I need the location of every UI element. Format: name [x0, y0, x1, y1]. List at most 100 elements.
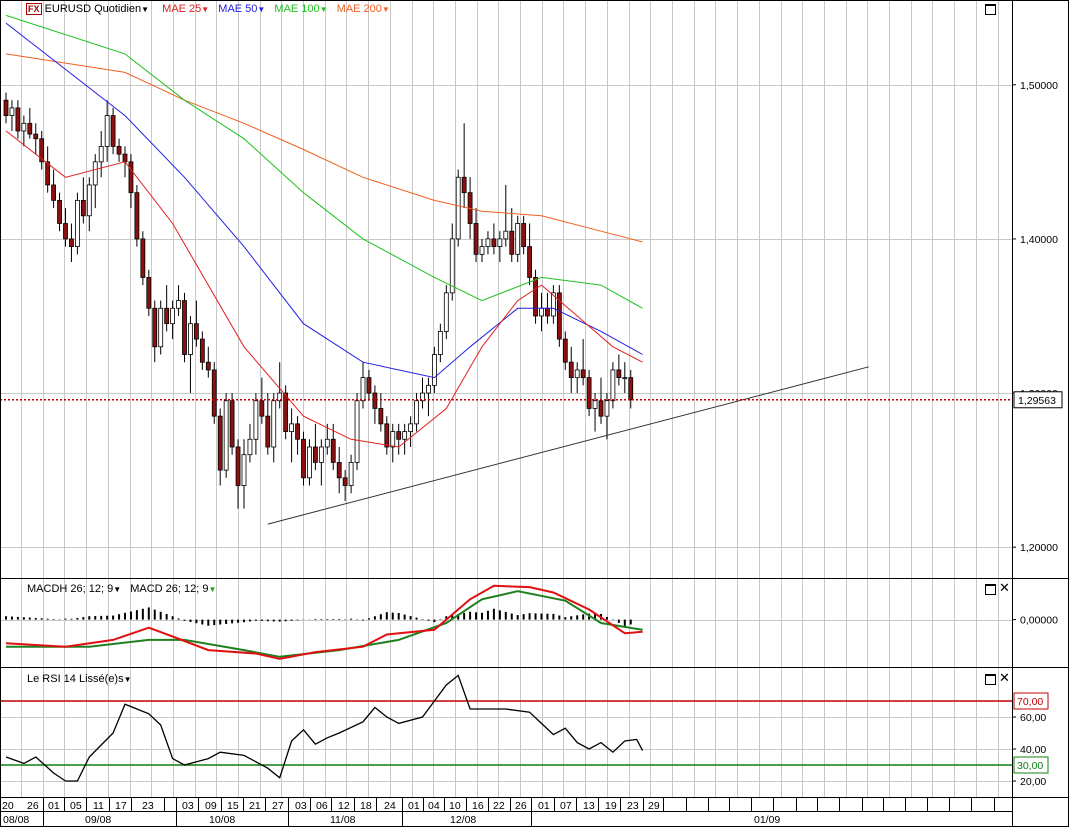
candle-body: [51, 184, 56, 201]
candle: [509, 208, 515, 263]
day-label: 22: [493, 800, 505, 812]
candle-body: [205, 361, 211, 371]
chevron-down-icon[interactable]: ▼: [201, 5, 209, 14]
chevron-down-icon[interactable]: ▼: [124, 675, 132, 684]
candle: [491, 223, 497, 255]
candle: [533, 269, 538, 324]
day-label: 20: [2, 800, 14, 812]
candle-body: [586, 377, 592, 409]
candle-body: [390, 431, 396, 448]
candle-body: [592, 400, 598, 409]
candle: [568, 346, 574, 394]
day-label: 09: [205, 800, 217, 812]
candle-body: [515, 223, 521, 255]
candle-body: [431, 354, 437, 386]
instrument-title[interactable]: EURUSD Quotidien: [45, 3, 142, 15]
candle-body: [75, 199, 80, 248]
month-label: 09/08: [85, 814, 111, 826]
macd-panel[interactable]: [5, 584, 643, 660]
candle: [241, 439, 247, 509]
candle-body: [342, 477, 348, 486]
candle-body: [241, 454, 247, 486]
mae200-label[interactable]: MAE 200: [337, 3, 382, 15]
chevron-down-icon[interactable]: ▼: [208, 585, 216, 594]
candle-body: [473, 223, 479, 255]
candle: [92, 154, 98, 209]
main-legend: FX EURUSD Quotidien▼ MAE 25▼ MAE 50▼ MAE…: [26, 3, 390, 15]
candle-body: [622, 377, 628, 380]
rsi-level-label: 70,00: [1017, 696, 1043, 708]
price-tick-label: 1,20000: [1020, 542, 1058, 554]
candle-body: [193, 323, 199, 340]
macd-signal-line: [6, 590, 643, 658]
maximize-icon[interactable]: [985, 674, 996, 685]
candle: [211, 362, 217, 424]
candle-body: [533, 277, 538, 317]
candle-body: [27, 122, 33, 135]
candle: [384, 416, 390, 455]
candle-body: [414, 400, 419, 425]
candle: [622, 362, 628, 394]
mae100-label[interactable]: MAE 100: [274, 3, 319, 15]
day-label: 18: [360, 800, 372, 812]
candle: [616, 354, 622, 386]
axes: 1,500001,400001,300001,200001,295630,000…: [0, 0, 1069, 827]
chevron-down-icon[interactable]: ▼: [113, 585, 121, 594]
candle-body: [503, 230, 509, 240]
candle: [217, 408, 223, 486]
month-label: 01/09: [754, 814, 780, 826]
candle-body: [485, 238, 491, 248]
day-label: 23: [142, 800, 154, 812]
candle: [414, 393, 419, 432]
candle-body: [426, 384, 431, 394]
chevron-down-icon[interactable]: ▼: [382, 5, 390, 14]
candle: [503, 184, 509, 247]
day-label: 21: [249, 800, 261, 812]
candle: [69, 223, 74, 263]
candle-body: [378, 408, 384, 425]
day-label: 16: [472, 800, 484, 812]
mae50-label[interactable]: MAE 50: [218, 3, 257, 15]
candle: [556, 285, 562, 347]
month-label: 11/08: [330, 814, 356, 826]
day-label: 13: [583, 800, 595, 812]
maximize-icon[interactable]: [985, 4, 996, 15]
maximize-icon[interactable]: [985, 584, 996, 595]
candle: [229, 393, 235, 455]
chart-canvas: 1,500001,400001,300001,200001,295630,000…: [0, 0, 1069, 827]
candle: [146, 269, 152, 316]
mae25-label[interactable]: MAE 25: [162, 3, 201, 15]
candle: [86, 177, 92, 232]
candle-body: [604, 400, 610, 417]
candle: [390, 423, 396, 463]
candle-body: [110, 115, 116, 147]
candle: [33, 123, 39, 155]
candle: [551, 285, 556, 324]
rsi-tick-label: 60,00: [1020, 712, 1046, 724]
day-label: 29: [648, 800, 660, 812]
candle-body: [443, 292, 449, 332]
candle-body: [580, 369, 586, 379]
chevron-down-icon[interactable]: ▼: [257, 5, 265, 14]
macd-label[interactable]: MACD 26; 12; 9: [130, 583, 208, 595]
candle: [45, 146, 51, 193]
candle-body: [437, 330, 443, 355]
candle: [485, 231, 491, 255]
macd-legend: MACDH 26; 12; 9▼ MACD 26; 12; 9▼: [27, 583, 216, 595]
candle-body: [574, 369, 580, 379]
macdh-label[interactable]: MACDH 26; 12; 9: [27, 583, 113, 595]
day-label: 05: [70, 800, 82, 812]
candle-body: [134, 192, 140, 240]
close-icon[interactable]: ✕: [999, 671, 1010, 684]
rsi-label[interactable]: Le RSI 14 Lissé(e)s: [27, 673, 124, 685]
candle-body: [479, 246, 485, 255]
candle: [396, 423, 402, 455]
candle: [57, 192, 62, 232]
candle-body: [235, 446, 241, 486]
chevron-down-icon[interactable]: ▼: [141, 5, 149, 14]
candle-body: [545, 307, 550, 317]
chevron-down-icon[interactable]: ▼: [320, 5, 328, 14]
candle: [378, 393, 384, 432]
close-icon[interactable]: ✕: [999, 581, 1010, 594]
candle-body: [568, 361, 574, 379]
